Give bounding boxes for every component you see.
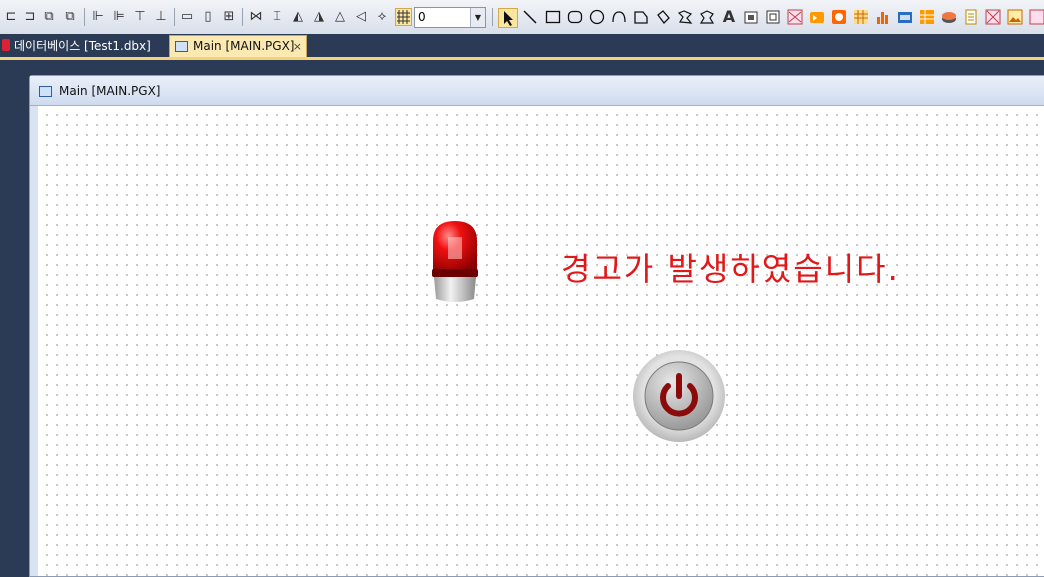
arc-icon[interactable] (611, 9, 627, 25)
align-middle-icon[interactable]: ⊩ (90, 9, 106, 25)
pointer-icon[interactable] (498, 8, 518, 28)
rotate-left-icon[interactable]: ◭ (290, 9, 306, 25)
flip-horizontal-icon[interactable]: ⋈ (248, 9, 264, 25)
tab-label: Main [MAIN.PGX] (193, 39, 295, 53)
document-tabs: 데이터베이스 [Test1.dbx] Main [MAIN.PGX] × (0, 34, 1044, 58)
grid-icon[interactable] (395, 8, 412, 26)
warning-message: 경고가 발생하였습니다. (561, 250, 900, 288)
flip-vertical-icon[interactable]: ⌶ (269, 9, 285, 25)
zoom-value: 0 (418, 10, 426, 24)
toolbar-separator (84, 8, 85, 26)
warning-beacon-icon[interactable] (430, 219, 480, 305)
chevron-down-icon[interactable]: ▼ (470, 8, 485, 27)
design-canvas[interactable]: 경고가 발생하였습니다. (38, 106, 1044, 576)
toolbar-separator (174, 8, 175, 26)
disk-icon[interactable] (941, 9, 957, 25)
chart-icon[interactable] (853, 9, 869, 25)
bar-graph-icon[interactable] (875, 9, 891, 25)
trend-icon[interactable] (787, 9, 803, 25)
document-window: Main [MAIN.PGX] 경고가 발생하였습니다. (29, 75, 1044, 577)
align-top-icon[interactable]: ⧉ (62, 9, 78, 25)
tab-underline (0, 57, 1044, 60)
space-vertical-icon[interactable]: ⊞ (221, 9, 237, 25)
button-icon[interactable] (765, 9, 781, 25)
toolbar: ⊏ ⊐ ⧉ ⧉ ⊩ ⊫ ⊤ ⊥ ▭ ▯ ⊞ ⋈ ⌶ ◭ ◮ △ ◁ ⟡ 0 ▼ … (0, 0, 1044, 35)
polyline-icon[interactable] (699, 9, 715, 25)
toolbar-separator (492, 8, 493, 26)
database-icon (2, 39, 10, 51)
line-icon[interactable] (522, 9, 538, 25)
zoom-select[interactable]: 0 ▼ (414, 7, 486, 28)
window-icon (175, 41, 188, 52)
pie-icon[interactable] (655, 9, 671, 25)
rotate-right-icon[interactable]: ◁ (353, 9, 369, 25)
same-width-icon[interactable]: ⊤ (132, 9, 148, 25)
tab-database[interactable]: 데이터베이스 [Test1.dbx] (0, 35, 159, 57)
alarm-icon[interactable] (809, 9, 825, 25)
align-left-icon[interactable]: ⊏ (3, 9, 19, 25)
rotate-right-icon[interactable]: ◮ (311, 9, 327, 25)
meter-icon[interactable] (897, 9, 913, 25)
polyline-icon[interactable] (677, 9, 693, 25)
align-right-icon[interactable]: ⧉ (41, 9, 57, 25)
power-button[interactable] (632, 349, 726, 443)
polygon-icon[interactable] (633, 9, 649, 25)
rectangle-icon[interactable] (545, 9, 561, 25)
align-bottom-icon[interactable]: ⊫ (111, 9, 127, 25)
tab-main[interactable]: Main [MAIN.PGX] × (169, 35, 307, 58)
image-icon[interactable] (1029, 9, 1044, 25)
window-icon (39, 86, 52, 97)
window-title: Main [MAIN.PGX] (59, 84, 161, 98)
ellipse-icon[interactable] (589, 9, 605, 25)
polygon-icon[interactable]: ⟡ (374, 9, 390, 25)
text-icon[interactable]: A (721, 9, 737, 25)
same-size-icon[interactable]: ▭ (179, 9, 195, 25)
rotate-left-icon[interactable]: △ (332, 9, 348, 25)
close-icon[interactable]: × (293, 36, 302, 57)
rounded-rectangle-icon[interactable] (567, 9, 583, 25)
image-icon[interactable] (1007, 9, 1023, 25)
window-titlebar[interactable]: Main [MAIN.PGX] (30, 76, 1044, 106)
tab-label: 데이터베이스 [Test1.dbx] (14, 39, 151, 53)
same-height-icon[interactable]: ⊥ (153, 9, 169, 25)
toolbar-separator (242, 8, 243, 26)
document-icon[interactable] (963, 9, 979, 25)
table-icon[interactable] (919, 9, 935, 25)
image-icon[interactable] (985, 9, 1001, 25)
bitmap-icon[interactable] (743, 9, 759, 25)
lamp-icon[interactable] (831, 9, 847, 25)
align-center-icon[interactable]: ⊐ (22, 9, 38, 25)
space-horizontal-icon[interactable]: ▯ (200, 9, 216, 25)
